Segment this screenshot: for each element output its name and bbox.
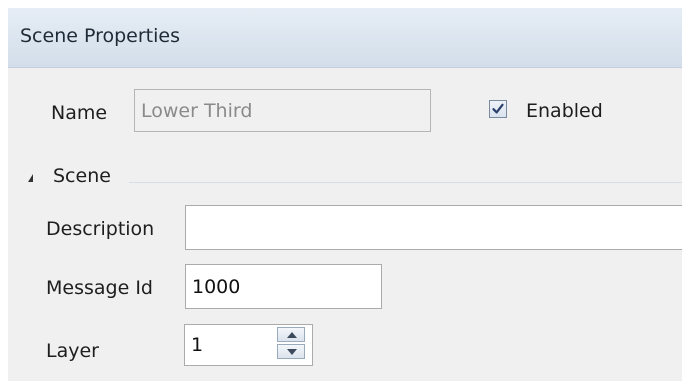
layer-label: Layer	[46, 340, 99, 362]
enabled-label: Enabled	[526, 100, 603, 122]
collapse-arrow-icon[interactable]	[28, 174, 33, 182]
panel-title-bar: Scene Properties	[8, 8, 682, 68]
scene-group-label[interactable]: Scene	[53, 165, 111, 187]
description-label: Description	[46, 218, 155, 240]
message-id-field[interactable]	[185, 264, 382, 309]
name-field[interactable]	[134, 89, 431, 132]
scene-properties-panel: Scene Properties Name Enabled Scene Desc…	[8, 8, 682, 381]
message-id-label: Message Id	[46, 277, 153, 299]
group-divider	[129, 182, 682, 183]
layer-increment-button[interactable]	[277, 327, 305, 342]
panel-title: Scene Properties	[20, 25, 180, 47]
enabled-checkbox[interactable]	[489, 100, 507, 118]
layer-decrement-button[interactable]	[277, 344, 305, 359]
arrow-up-icon	[287, 332, 297, 338]
name-label: Name	[51, 102, 108, 124]
arrow-down-icon	[287, 349, 297, 355]
layer-spinner	[274, 325, 310, 363]
description-field[interactable]	[185, 205, 682, 250]
checkmark-icon	[492, 103, 504, 114]
